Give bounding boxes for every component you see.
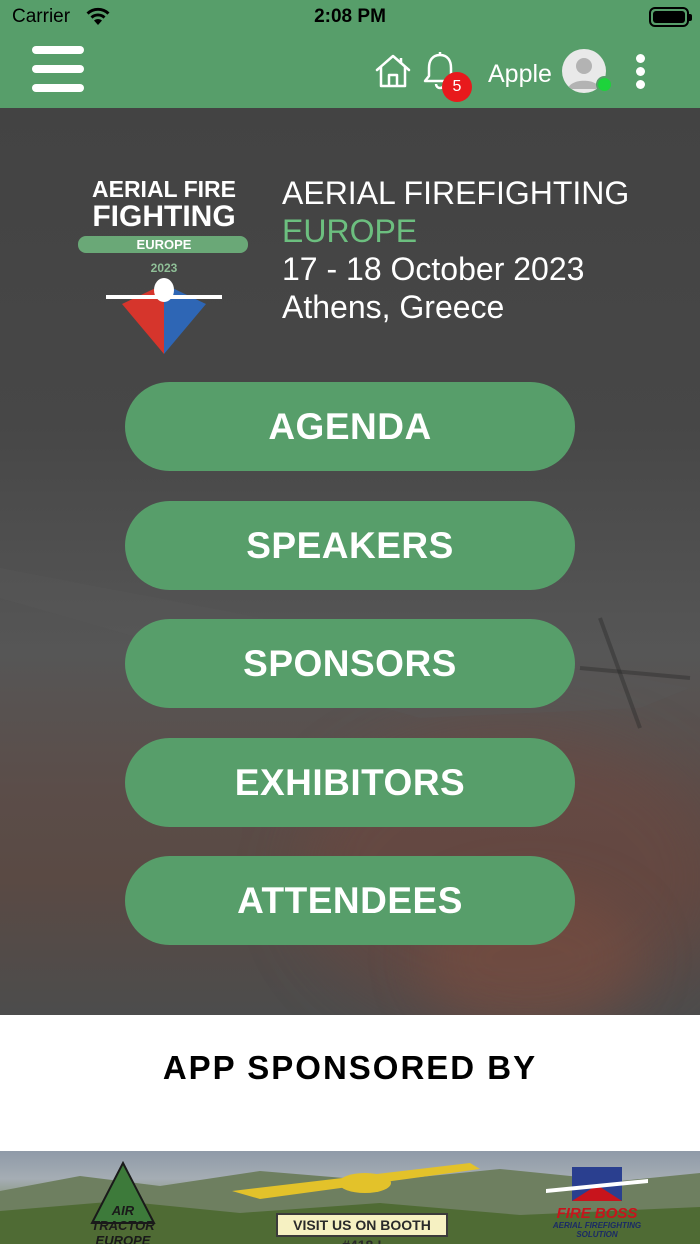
fire-boss-tagline: AERIAL FIREFIGHTING SOLUTION (552, 1221, 642, 1239)
sponsors-button[interactable]: SPONSORS (125, 619, 575, 708)
event-title-line1: AERIAL FIREFIGHTING (282, 175, 630, 211)
sponsor-heading: APP SPONSORED BY (162, 1049, 538, 1086)
svg-text:EUROPE: EUROPE (137, 237, 192, 252)
menu-icon-bar (32, 46, 84, 54)
menu-button[interactable] (32, 46, 86, 96)
sponsor-section: APP SPONSORED BY AIR TRACTOR EUROPE FIRE… (0, 1015, 700, 1244)
exhibitors-button[interactable]: EXHIBITORS (125, 738, 575, 827)
online-status-dot (596, 76, 613, 93)
app-header: Carrier 2:08 PM 5 Apple (0, 0, 700, 108)
svg-text:FIGHTING: FIGHTING (92, 200, 235, 233)
speakers-button[interactable]: SPEAKERS (125, 501, 575, 590)
battery-icon (649, 7, 692, 27)
sponsor-banner[interactable]: AIR TRACTOR EUROPE FIRE BOSS AERIAL FIRE… (0, 1151, 700, 1244)
agenda-button[interactable]: AGENDA (125, 382, 575, 471)
event-info: AERIAL FIREFIGHTING EUROPE 17 - 18 Octob… (282, 174, 682, 326)
home-icon[interactable] (374, 52, 412, 90)
event-title-line2: EUROPE (282, 213, 418, 249)
status-time: 2:08 PM (314, 6, 386, 27)
menu-icon-bar (32, 84, 84, 92)
fire-boss-logo-text: FIRE BOSS (556, 1205, 638, 1222)
event-dates: 17 - 18 October 2023 (282, 251, 585, 287)
svg-text:AERIAL FIRE: AERIAL FIRE (92, 178, 236, 202)
svg-text:2023: 2023 (151, 261, 178, 275)
visit-booth-button[interactable]: VISIT US ON BOOTH #418 ! (276, 1213, 448, 1244)
user-name[interactable]: Apple (488, 60, 552, 89)
event-logo: AERIAL FIRE FIGHTING EUROPE 2023 (78, 178, 248, 354)
hero-section: AERIAL FIRE FIGHTING EUROPE 2023 AERIAL … (0, 108, 700, 1015)
status-bar: Carrier 2:08 PM (0, 0, 700, 36)
notification-badge[interactable]: 5 (442, 72, 472, 102)
more-vertical-icon-dot (636, 80, 645, 89)
menu-icon-bar (32, 65, 84, 73)
more-options-button[interactable] (630, 54, 652, 90)
attendees-button[interactable]: ATTENDEES (125, 856, 575, 945)
air-tractor-logo-text: AIR TRACTOR EUROPE (91, 1203, 155, 1244)
more-vertical-icon-dot (636, 54, 645, 63)
event-location: Athens, Greece (282, 289, 505, 325)
more-vertical-icon-dot (636, 67, 645, 76)
